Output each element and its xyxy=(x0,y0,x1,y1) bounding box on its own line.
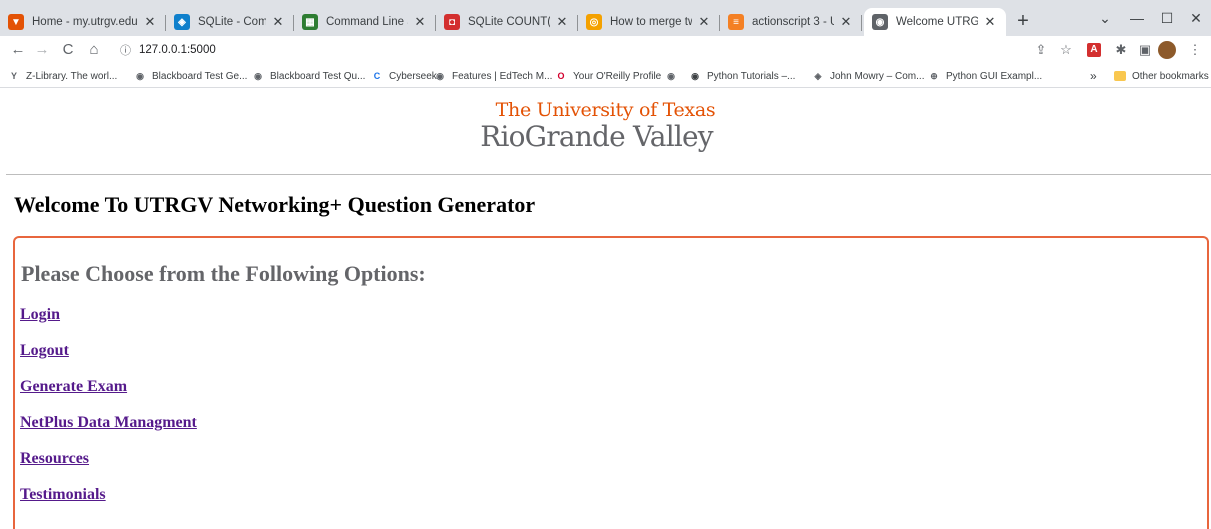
bookmark-zlibrary[interactable]: Y Z-Library. The worl... xyxy=(8,67,117,85)
bookmarks-bar: Y Z-Library. The worl... ◉ Blackboard Te… xyxy=(0,64,1211,88)
bookmark-label: Blackboard Test Ge... xyxy=(152,70,248,82)
page-content: The University of Texas RioGrande Valley… xyxy=(0,89,1211,529)
profile-avatar[interactable] xyxy=(1158,41,1176,59)
bookmark-cyberseek[interactable]: C Cyberseek xyxy=(371,67,437,85)
bookmark-label: Python Tutorials –... xyxy=(707,70,796,82)
tab-command-line-shell[interactable]: ▦ Command Line Shell ✕ xyxy=(294,8,436,36)
close-icon[interactable]: ✕ xyxy=(270,14,286,30)
tab-title: SQLite - Commands xyxy=(198,16,266,28)
logo-line-2: RioGrande Valley xyxy=(480,120,713,153)
stackexchange-icon: ≡ xyxy=(728,14,744,30)
address-bar[interactable]: ⓘ 127.0.0.1:5000 xyxy=(120,38,1020,62)
logout-link[interactable]: Logout xyxy=(20,342,69,360)
acrobat-extension-icon[interactable]: A xyxy=(1087,43,1101,57)
bookmark-blackboard-test-qu[interactable]: ◉ Blackboard Test Qu... xyxy=(252,67,365,85)
oreilly-icon: O xyxy=(557,71,565,81)
tab-sqlite-commands[interactable]: ◈ SQLite - Commands ✕ xyxy=(166,8,294,36)
side-panel-icon[interactable]: ▣ xyxy=(1135,40,1155,60)
bookmark-oreilly-profile[interactable]: O Your O'Reilly Profile xyxy=(555,67,661,85)
python-tutorials-icon: ◉ xyxy=(691,70,699,81)
reload-button[interactable]: C xyxy=(56,38,80,62)
tab-welcome-utrgv[interactable]: ◉ Welcome UTRGV Net ✕ xyxy=(864,8,1006,36)
bookmark-label: Cyberseek xyxy=(389,70,437,82)
options-panel: Please Choose from the Following Options… xyxy=(13,236,1209,529)
login-link[interactable]: Login xyxy=(20,306,60,324)
extensions-icon[interactable]: ✱ xyxy=(1111,40,1131,60)
site-info-icon[interactable]: ⓘ xyxy=(120,42,131,58)
close-icon[interactable]: ✕ xyxy=(982,14,998,30)
generate-exam-link[interactable]: Generate Exam xyxy=(20,378,127,396)
tab-title: SQLite COUNT() Func xyxy=(468,16,550,28)
close-icon[interactable]: ✕ xyxy=(838,14,854,30)
folder-icon xyxy=(1114,71,1126,81)
maximize-button[interactable]: ☐ xyxy=(1152,6,1182,30)
testimonials-link[interactable]: Testimonials xyxy=(20,486,106,504)
bookmarks-overflow-button[interactable]: » xyxy=(1090,67,1097,85)
sqlite-org-icon: ▦ xyxy=(302,14,318,30)
python-gui-icon: ⊕ xyxy=(930,70,938,81)
share-icon[interactable]: ⇪ xyxy=(1031,40,1051,60)
bookmark-star-icon[interactable]: ☆ xyxy=(1056,40,1076,60)
tab-title: How to merge two ta xyxy=(610,16,692,28)
cyberseek-icon: C xyxy=(373,71,381,81)
tab-sqlite-count[interactable]: ◘ SQLite COUNT() Func ✕ xyxy=(436,8,578,36)
tab-title: Home - my.utrgv.edu xyxy=(32,16,138,28)
netplus-data-management-link[interactable]: NetPlus Data Managment xyxy=(20,414,197,432)
bookmark-python-gui[interactable]: ⊕ Python GUI Exampl... xyxy=(928,67,1042,85)
minimize-button[interactable]: — xyxy=(1122,6,1152,30)
close-window-button[interactable]: ✕ xyxy=(1181,6,1211,30)
bookmark-blackboard-test-ge[interactable]: ◉ Blackboard Test Ge... xyxy=(134,67,247,85)
tab-utrgv-home[interactable]: ▼ Home - my.utrgv.edu ✕ xyxy=(0,8,166,36)
back-button[interactable]: ← xyxy=(6,38,30,62)
bookmark-label: Features | EdTech M... xyxy=(452,70,553,82)
zlibrary-icon: Y xyxy=(10,71,17,81)
logo-line-1: The University of Texas xyxy=(495,99,716,121)
bookmark-label: Python GUI Exampl... xyxy=(946,70,1043,82)
sqlitetutorial-icon: ◘ xyxy=(444,14,460,30)
stackoverflow-icon: ◎ xyxy=(586,14,602,30)
sqlite-icon: ◈ xyxy=(174,14,190,30)
tab-actionscript[interactable]: ≡ actionscript 3 - Using ✕ xyxy=(720,8,862,36)
tab-separator xyxy=(861,15,862,31)
close-icon[interactable]: ✕ xyxy=(142,14,158,30)
utrgv-icon: ▼ xyxy=(8,14,24,30)
bookmark-label: John Mowry – Com... xyxy=(830,70,925,82)
globe-icon: ◉ xyxy=(436,70,444,81)
page-title: Welcome To UTRGV Networking+ Question Ge… xyxy=(14,192,536,217)
tab-title: Command Line Shell xyxy=(326,16,408,28)
close-icon[interactable]: ✕ xyxy=(696,14,712,30)
tab-strip: ▼ Home - my.utrgv.edu ✕ ◈ SQLite - Comma… xyxy=(0,0,1211,36)
globe-icon: ◉ xyxy=(136,70,144,81)
globe-icon: ◉ xyxy=(872,14,888,30)
browser-toolbar: ← → C ⌂ ⓘ 127.0.0.1:5000 ⇪ ☆ A ✱ ▣ ⋮ xyxy=(0,36,1211,64)
home-button[interactable]: ⌂ xyxy=(82,38,106,62)
new-tab-button[interactable]: + xyxy=(1013,11,1033,32)
close-icon[interactable]: ✕ xyxy=(554,14,570,30)
globe-icon: ◉ xyxy=(667,70,675,81)
bookmark-label: Z-Library. The worl... xyxy=(26,70,118,82)
resources-link[interactable]: Resources xyxy=(20,450,89,468)
bookmark-label: Blackboard Test Qu... xyxy=(270,70,366,82)
bookmark-john-mowry[interactable]: ◈ John Mowry – Com... xyxy=(812,67,925,85)
options-heading: Please Choose from the Following Options… xyxy=(21,261,426,286)
bookmark-unnamed[interactable]: ◉ xyxy=(665,67,683,85)
tab-title: Welcome UTRGV Net xyxy=(896,16,978,28)
bookmark-python-tutorials[interactable]: ◉ Python Tutorials –... xyxy=(689,67,795,85)
bookmark-features-edtech[interactable]: ◉ Features | EdTech M... xyxy=(434,67,552,85)
menu-icon[interactable]: ⋮ xyxy=(1185,40,1205,60)
globe-icon: ◉ xyxy=(254,70,262,81)
other-bookmarks-folder[interactable]: Other bookmarks xyxy=(1114,67,1209,85)
tab-search-icon[interactable]: ⌄ xyxy=(1090,6,1120,30)
bookmark-label: Your O'Reilly Profile xyxy=(573,70,662,82)
tab-merge-tables[interactable]: ◎ How to merge two ta ✕ xyxy=(578,8,720,36)
tab-title: actionscript 3 - Using xyxy=(752,16,834,28)
utrgv-logo: The University of Texas RioGrande Valley xyxy=(0,99,1211,153)
url-text: 127.0.0.1:5000 xyxy=(139,44,216,56)
close-icon[interactable]: ✕ xyxy=(412,14,428,30)
divider xyxy=(6,174,1211,175)
other-bookmarks-label: Other bookmarks xyxy=(1132,70,1209,82)
forward-button[interactable]: → xyxy=(30,38,54,62)
mowry-site-icon: ◈ xyxy=(814,70,822,81)
